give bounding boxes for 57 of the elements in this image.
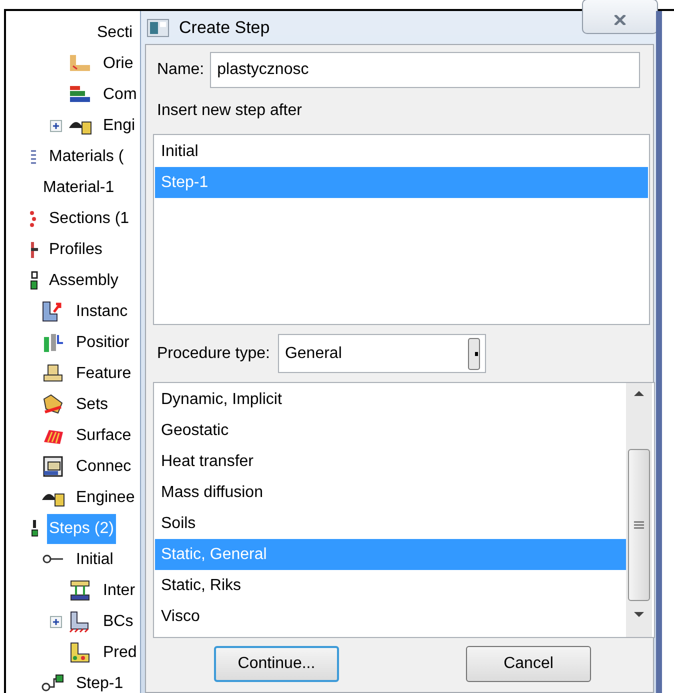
scroll-down-icon[interactable] [633, 611, 645, 619]
dialog-button[interactable]: Cancel [466, 646, 591, 682]
tree-item[interactable]: Pred [101, 638, 139, 668]
tree-item[interactable]: BCs [101, 606, 136, 636]
l-shape-icon [68, 641, 92, 664]
name-field[interactable]: plastycznosc [210, 52, 640, 88]
tree-item[interactable]: Inter [101, 576, 138, 606]
expand-button[interactable] [50, 616, 62, 628]
list-item[interactable]: Heat transfer [155, 446, 626, 477]
list-item[interactable]: Dynamic, Implicit [155, 384, 626, 415]
expand-button[interactable] [50, 120, 62, 132]
clamp-icon [68, 579, 92, 602]
tree-item[interactable]: Instanc [74, 296, 130, 326]
tree-item[interactable]: Secti [95, 18, 135, 48]
scroll-up-icon[interactable] [633, 389, 645, 397]
tree-item[interactable]: Sections (1 [47, 204, 132, 234]
step-node-icon [41, 672, 65, 693]
dropdown-button-icon [468, 338, 480, 370]
list-item[interactable]: Visco [155, 601, 626, 632]
tree-item[interactable]: Connec [74, 452, 134, 482]
tree-item[interactable]: Feature [74, 358, 134, 388]
window-icon [147, 18, 169, 36]
window-title: Create Step [179, 16, 270, 39]
tree-item[interactable]: Com [101, 80, 139, 110]
insert-after-label: Insert new step after [156, 101, 302, 121]
dialog-button[interactable]: Continue... [214, 646, 339, 682]
tree-item[interactable]: Materials ( [47, 142, 126, 172]
list-item[interactable]: Initial [155, 136, 648, 167]
connector-icon [41, 455, 65, 478]
tree-item[interactable]: Sets [74, 390, 110, 420]
scrollbar-thumb[interactable] [628, 449, 650, 601]
list-item[interactable]: Static, Riks [155, 570, 626, 601]
close-button[interactable] [582, 0, 658, 34]
list-item[interactable]: Soils [155, 508, 626, 539]
tree-item[interactable]: Profiles [47, 234, 104, 264]
tree-item[interactable]: Orie [101, 48, 136, 78]
tree-item[interactable]: Enginee [74, 482, 137, 512]
tree-item[interactable]: Material-1 [41, 172, 116, 202]
tree-item[interactable]: Surface [74, 420, 134, 450]
tree-item[interactable]: Step-1 [74, 668, 126, 693]
tree-item[interactable]: Assembly [47, 266, 120, 296]
procedure-type-label: Procedure type: [156, 344, 270, 364]
tree-item[interactable]: Positior [74, 328, 132, 358]
plus-icon [52, 618, 60, 626]
procedure-type-dropdown[interactable]: General [278, 334, 486, 373]
close-icon [612, 15, 628, 25]
bars-icon [41, 331, 65, 354]
list-item[interactable]: Mass diffusion [155, 477, 626, 508]
stack-icon [29, 269, 38, 292]
tree-item[interactable]: Initial [74, 544, 116, 574]
name-label: Name: [156, 60, 204, 80]
scrollbar[interactable] [626, 383, 652, 637]
plus-icon [52, 122, 60, 130]
set-icon [41, 393, 65, 416]
grip-icon [634, 520, 644, 530]
tree-item[interactable]: Engi [101, 110, 138, 140]
list-item[interactable]: Geostatic [155, 415, 626, 446]
